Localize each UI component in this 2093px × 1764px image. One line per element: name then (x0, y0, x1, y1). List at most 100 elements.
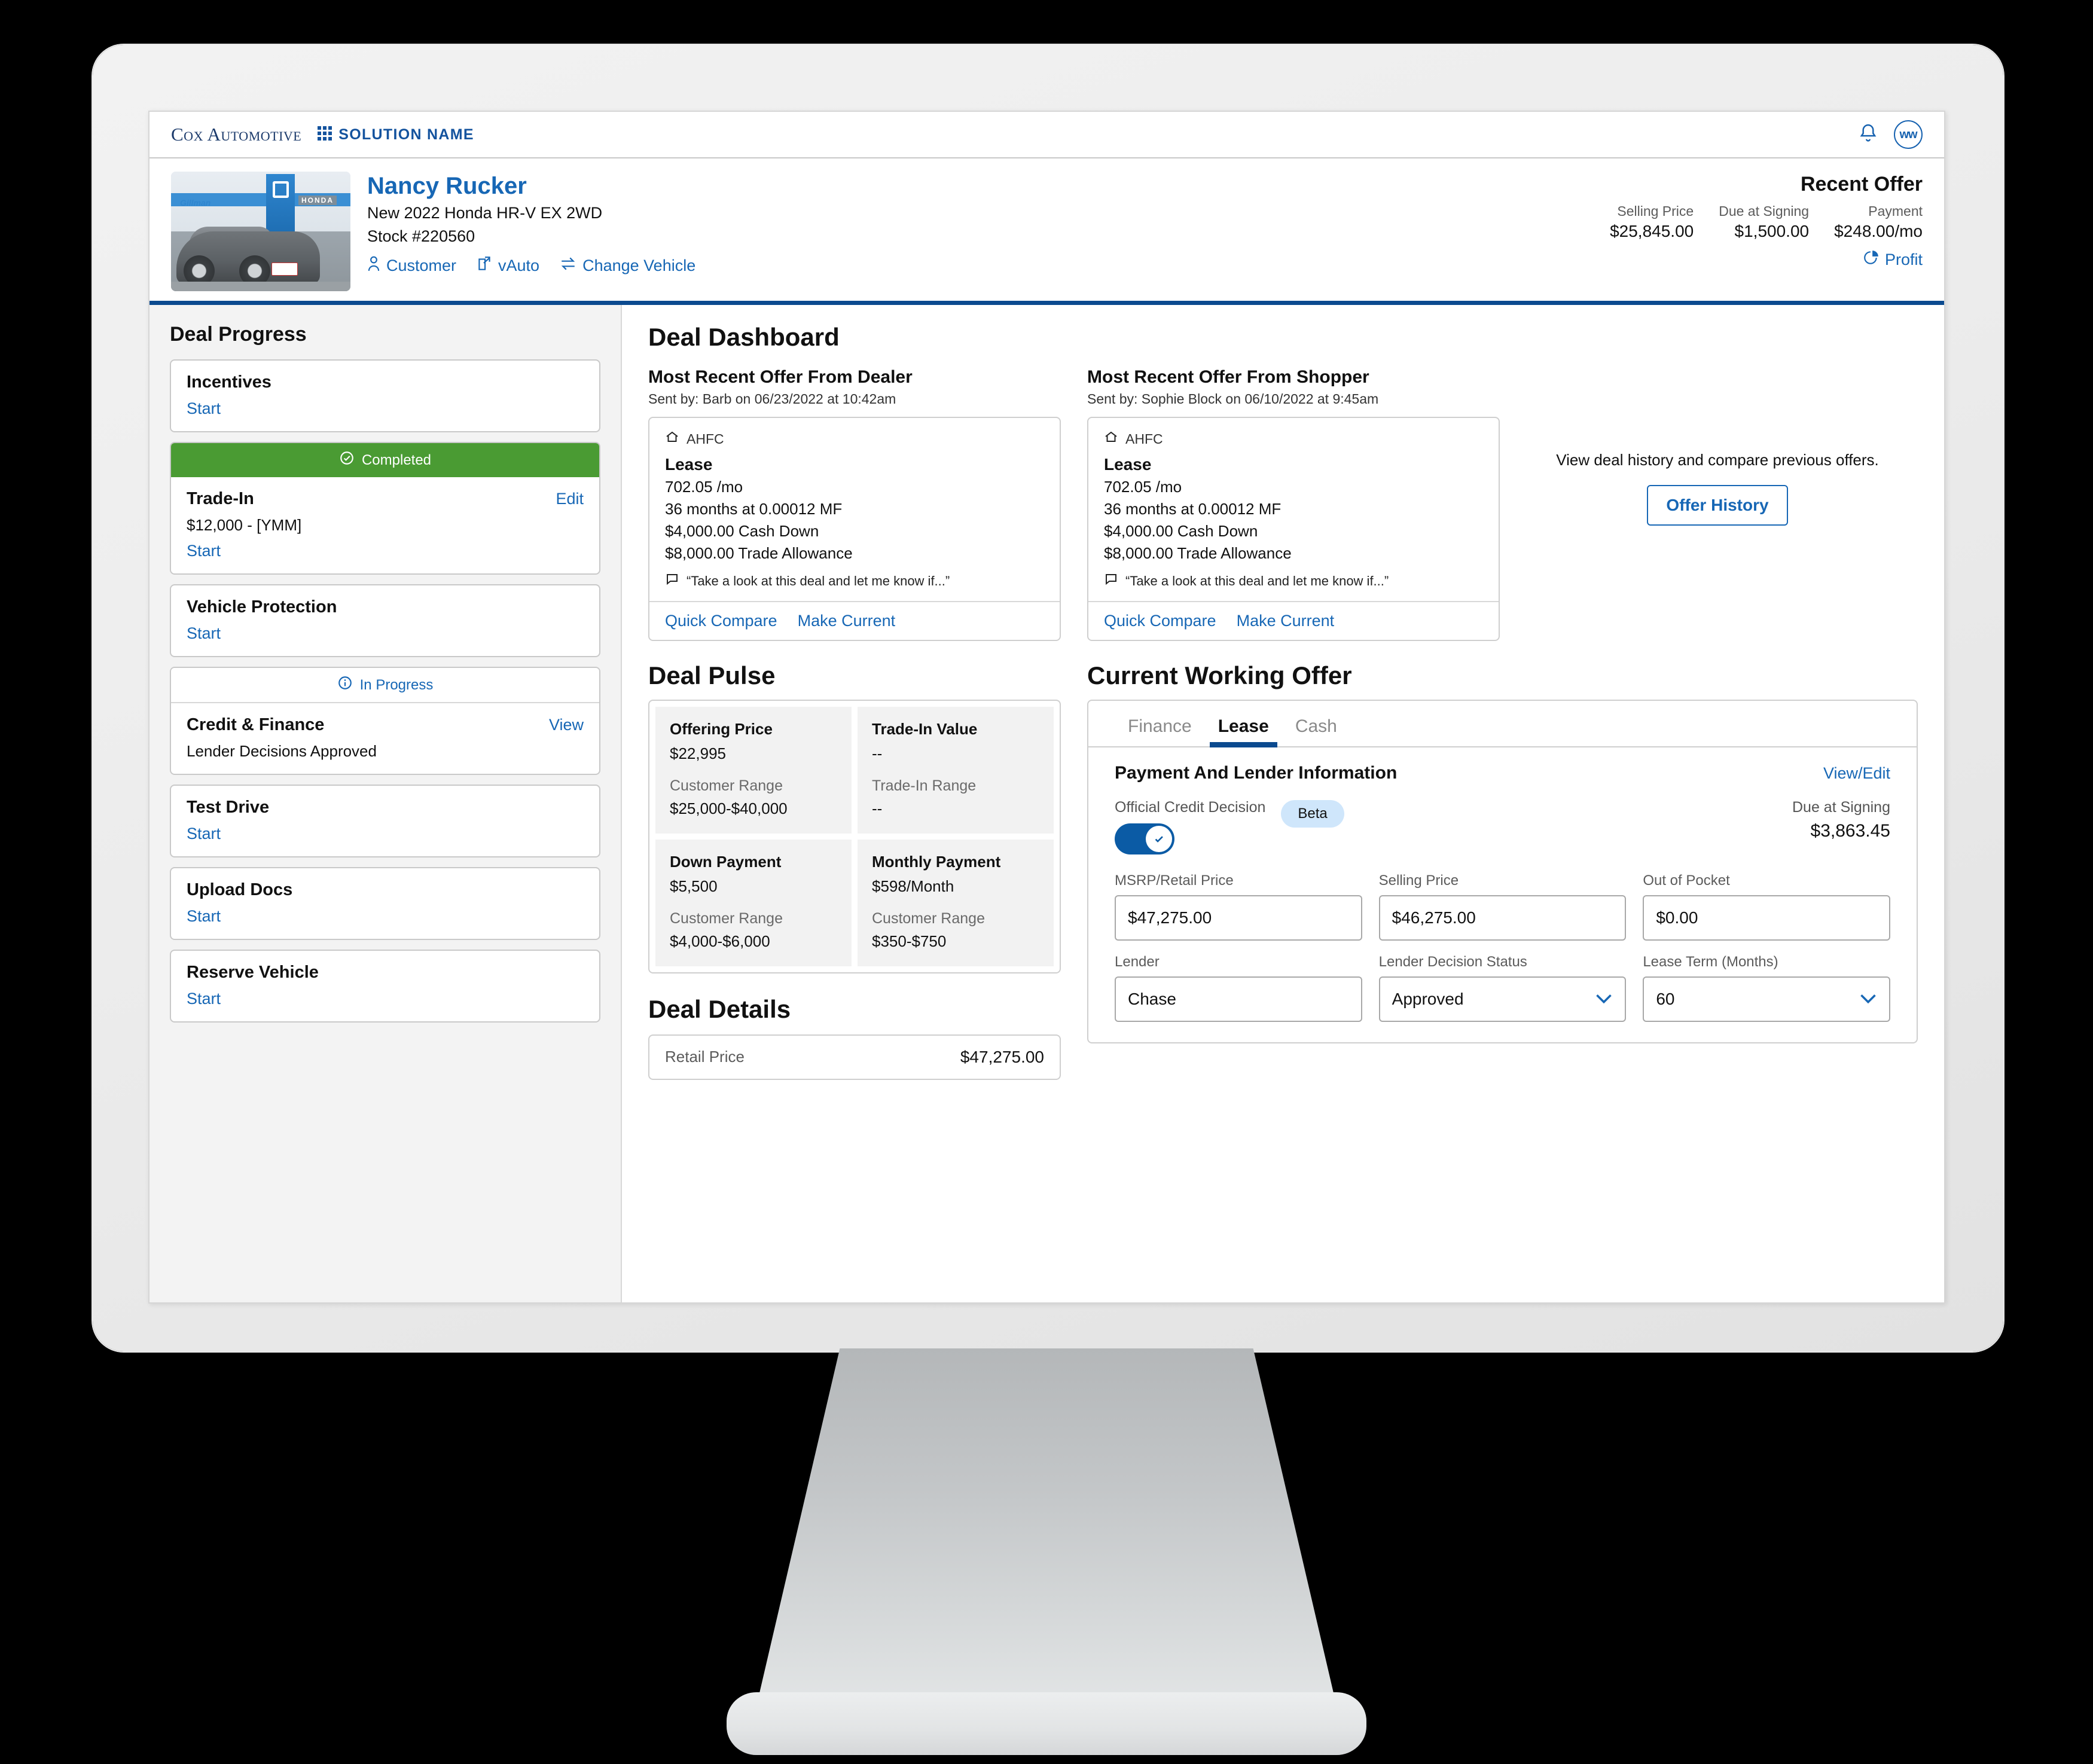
current-working-offer-column: Current Working Offer Finance Lease Cash… (1087, 661, 1918, 1080)
metric-value: $25,845.00 (1610, 222, 1694, 240)
pulse-value: -- (872, 744, 883, 762)
credit-decision-label: Official Credit Decision (1115, 799, 1266, 816)
pulse-range-label: Customer Range (670, 910, 783, 927)
avatar[interactable]: ww (1894, 120, 1923, 149)
selling-price-input[interactable]: $46,275.00 (1378, 895, 1627, 941)
dealer-offer-sentby: Sent by: Barb on 06/23/2022 at 10:42am (648, 391, 896, 407)
lower-row: Deal Pulse Offering Price $22,995 Custom… (648, 661, 1918, 1080)
solution-name-label: SOLUTION NAME (338, 126, 474, 143)
field-lender-decision-status: Lender Decision Status Approved (1378, 954, 1627, 1022)
sidebar-item-incentives[interactable]: Incentives Start (170, 359, 600, 432)
chevron-down-icon (1859, 990, 1877, 1009)
card-title: Upload Docs (187, 880, 293, 899)
offer-line: $4,000.00 Cash Down (1104, 522, 1258, 540)
offer-quote: “Take a look at this deal and let me kno… (665, 572, 1044, 590)
make-current-link[interactable]: Make Current (1237, 612, 1335, 630)
offer-history-text: View deal history and compare previous o… (1556, 451, 1879, 469)
tab-lease[interactable]: Lease (1205, 716, 1282, 747)
due-at-signing-block: Due at Signing $3,863.45 (1792, 799, 1890, 841)
vauto-link[interactable]: vAuto (477, 255, 539, 276)
msrp-retail-price-input[interactable]: $47,275.00 (1115, 895, 1362, 941)
profit-label: Profit (1884, 251, 1923, 268)
vehicle-description: New 2022 Honda HR-V EX 2WD (367, 204, 603, 222)
customer-link[interactable]: Customer (367, 255, 456, 276)
start-link[interactable]: Start (187, 990, 584, 1008)
offer-history-button[interactable]: Offer History (1647, 485, 1788, 526)
current-working-offer-tabs: Finance Lease Cash (1088, 701, 1917, 747)
pie-chart-icon (1863, 249, 1879, 270)
sidebar-item-upload-docs[interactable]: Upload Docs Start (170, 867, 600, 940)
metric-payment: Payment $248.00/mo (1834, 203, 1923, 241)
recent-offer-title: Recent Offer (1800, 173, 1923, 196)
vehicle-links: Customer vAuto Change Vehicle (367, 255, 695, 276)
view-link[interactable]: View (549, 716, 584, 734)
select-value: Approved (1392, 990, 1464, 1008)
edit-link[interactable]: Edit (556, 490, 584, 508)
bell-icon[interactable] (1858, 123, 1878, 147)
customer-name[interactable]: Nancy Rucker (367, 173, 695, 199)
start-link[interactable]: Start (187, 399, 584, 418)
credit-decision-row: Official Credit Decision Beta Due at Sig… (1115, 799, 1890, 854)
lease-term-select[interactable]: 60 (1643, 976, 1890, 1022)
start-link[interactable]: Start (187, 825, 584, 843)
appbar-right-group: ww (1858, 120, 1923, 149)
metric-label: Due at Signing (1719, 203, 1810, 219)
avatar-initials: ww (1899, 127, 1917, 141)
stock-number: Stock #220560 (367, 227, 475, 245)
start-link[interactable]: Start (187, 542, 584, 560)
out-of-pocket-input[interactable]: $0.00 (1643, 895, 1890, 941)
sidebar-item-reserve-vehicle[interactable]: Reserve Vehicle Start (170, 950, 600, 1023)
quick-compare-link[interactable]: Quick Compare (1104, 612, 1216, 630)
home-icon (1104, 430, 1118, 448)
deal-pulse-column: Deal Pulse Offering Price $22,995 Custom… (648, 661, 1061, 1080)
shopper-offer-actions: Quick Compare Make Current (1088, 601, 1499, 640)
offer-line: 702.05 /mo (1104, 478, 1182, 496)
offer-quote: “Take a look at this deal and let me kno… (1104, 572, 1483, 590)
lender-input[interactable]: Chase (1115, 976, 1362, 1022)
monitor-stand-base (727, 1692, 1366, 1755)
cox-automotive-logo: Cox Automotive (171, 124, 302, 145)
current-working-offer-body: Payment And Lender Information View/Edit… (1088, 747, 1917, 1042)
make-current-link[interactable]: Make Current (798, 612, 896, 630)
payment-lender-header: Payment And Lender Information View/Edit (1115, 763, 1890, 783)
field-label: Out of Pocket (1643, 872, 1730, 889)
view-edit-link[interactable]: View/Edit (1823, 764, 1890, 783)
sidebar-item-trade-in[interactable]: Completed Trade-In Edit $12,000 - [YMM] … (170, 442, 600, 575)
metric-label: Payment (1868, 203, 1923, 219)
sidebar-item-credit-finance[interactable]: In Progress Credit & Finance View Lender… (170, 667, 600, 775)
change-vehicle-link[interactable]: Change Vehicle (560, 255, 695, 276)
dealer-offer-heading: Most Recent Offer From Dealer (648, 367, 913, 387)
vehicle-header: Gillman HONDA Nancy Rucker New 2022 Hond… (150, 158, 1944, 305)
change-vehicle-link-label: Change Vehicle (582, 257, 696, 274)
pulse-label: Trade-In Value (872, 720, 978, 738)
tab-finance[interactable]: Finance (1115, 716, 1205, 746)
current-working-offer-card: Finance Lease Cash Payment And Lender In… (1087, 700, 1918, 1043)
start-link[interactable]: Start (187, 907, 584, 926)
deal-progress-title: Deal Progress (170, 323, 307, 346)
comment-icon (665, 572, 679, 590)
dealer-offer-column: Most Recent Offer From Dealer Sent by: B… (648, 367, 1061, 641)
offer-summary: Recent Offer Selling Price $25,845.00 Du… (1610, 172, 1923, 291)
pulse-range-label: Trade-In Range (872, 777, 977, 794)
offer-line: 36 months at 0.00012 MF (665, 500, 843, 518)
profit-link[interactable]: Profit (1610, 249, 1923, 270)
quick-compare-link[interactable]: Quick Compare (665, 612, 777, 630)
offer-line: $8,000.00 Trade Allowance (665, 544, 853, 562)
info-circle-icon (337, 675, 353, 695)
official-credit-decision-toggle[interactable] (1115, 823, 1174, 854)
lender-name: AHFC (1125, 431, 1163, 447)
lender-decision-status-select[interactable]: Approved (1378, 976, 1627, 1022)
deal-pulse-title: Deal Pulse (648, 661, 776, 689)
payment-lender-title: Payment And Lender Information (1115, 763, 1398, 783)
pulse-cell-down-payment: Down Payment $5,500 Customer Range $4,00… (655, 840, 852, 966)
details-value: $47,275.00 (960, 1048, 1044, 1066)
metric-due-at-signing: Due at Signing $1,500.00 (1719, 203, 1809, 241)
comment-icon (1104, 572, 1118, 590)
chevron-down-icon (1595, 990, 1613, 1009)
sidebar-item-test-drive[interactable]: Test Drive Start (170, 785, 600, 857)
metric-selling-price: Selling Price $25,845.00 (1610, 203, 1694, 241)
offer-quote-text: “Take a look at this deal and let me kno… (1125, 573, 1389, 588)
sidebar-item-vehicle-protection[interactable]: Vehicle Protection Start (170, 584, 600, 657)
tab-cash[interactable]: Cash (1282, 716, 1350, 746)
start-link[interactable]: Start (187, 624, 584, 643)
